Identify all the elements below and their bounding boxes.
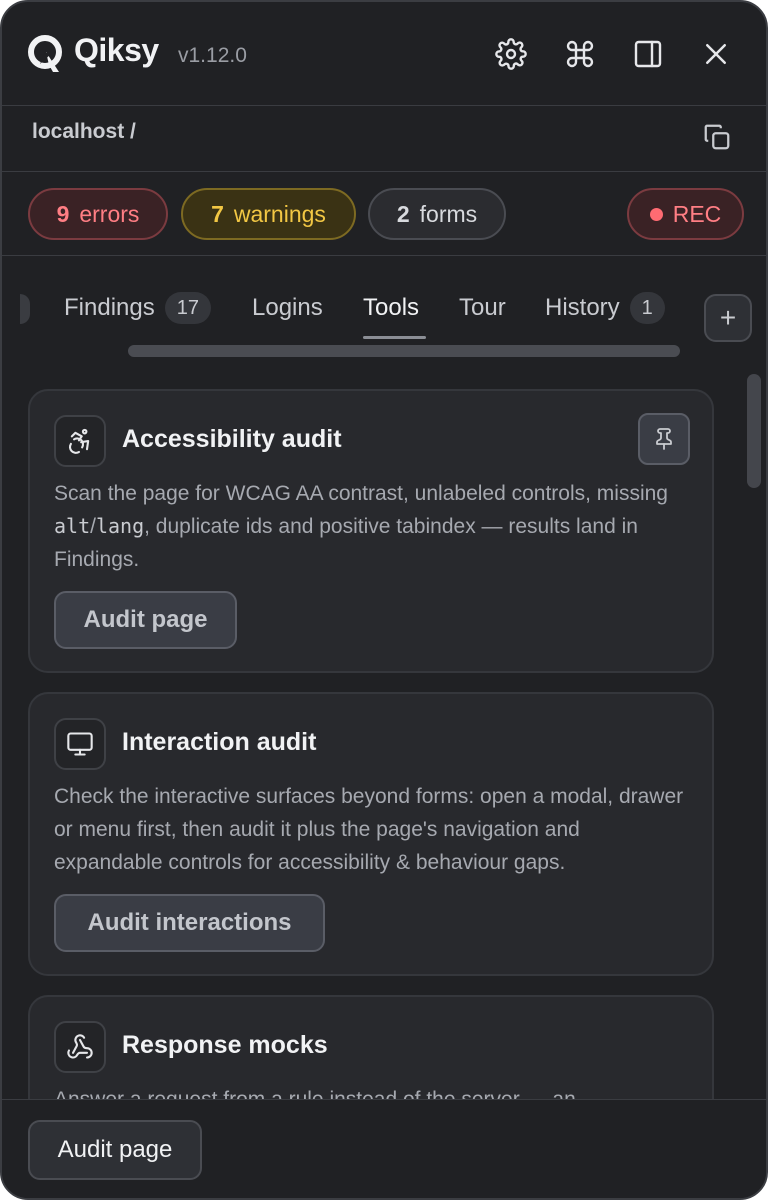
forms-badge[interactable]: 2 forms	[368, 188, 506, 240]
errors-label: errors	[79, 200, 140, 227]
tab-tools[interactable]: Tools	[363, 292, 419, 324]
tab-label: Tour	[459, 294, 506, 321]
card-icon-box	[54, 718, 106, 770]
tab-label: Tools	[363, 294, 420, 321]
webhook-icon	[67, 1034, 93, 1059]
tab-label: History	[545, 294, 620, 321]
interaction-audit-card: Interaction audit Check the interactive …	[28, 692, 714, 976]
card-description: Scan the page for WCAG AA contrast, unla…	[54, 482, 668, 571]
warnings-badge[interactable]: 7 warnings	[181, 188, 356, 240]
tab-logins[interactable]: Logins	[252, 292, 323, 324]
forms-count: 2	[396, 200, 410, 227]
active-tab-indicator	[363, 336, 426, 339]
errors-badge[interactable]: 9 errors	[28, 188, 168, 240]
plus-icon: +	[719, 302, 737, 333]
audit-page-button[interactable]: Audit page	[54, 591, 237, 649]
accessibility-icon	[68, 428, 90, 454]
tab-tour[interactable]: Tour	[459, 292, 506, 324]
pin-button[interactable]	[638, 413, 690, 465]
tab-findings[interactable]: Findings 17	[64, 292, 211, 324]
record-label: REC	[672, 200, 722, 227]
accessibility-audit-card: Accessibility audit Scan the page for WC…	[28, 389, 714, 673]
history-count-badge: 1	[629, 292, 665, 324]
gear-icon	[495, 38, 527, 70]
footer-audit-page-button[interactable]: Audit page	[28, 1120, 202, 1180]
command-icon	[566, 40, 594, 68]
copy-url-button[interactable]	[702, 122, 734, 154]
card-title: Interaction audit	[122, 728, 317, 756]
pin-icon	[656, 428, 672, 450]
tab-history[interactable]: History 1	[545, 292, 665, 324]
tab-scrollbar[interactable]	[128, 345, 680, 357]
tools-list: Accessibility audit Scan the page for WC…	[2, 357, 766, 1099]
shortcuts-button[interactable]	[562, 36, 598, 72]
code-lang: lang	[95, 514, 145, 538]
content-scrollbar[interactable]	[747, 374, 761, 488]
add-tab-button[interactable]: +	[704, 294, 752, 342]
close-icon	[706, 44, 726, 64]
card-icon-box	[54, 415, 106, 467]
close-button[interactable]	[698, 36, 734, 72]
errors-count: 9	[56, 200, 70, 227]
card-description: Answer a request from a rule instead of …	[54, 1083, 694, 1099]
settings-button[interactable]	[493, 36, 529, 72]
brand-name: Qiksy	[74, 32, 159, 68]
devtools-panel: Qiksy v1.12.0 localhost / 9 errors 7 war…	[0, 0, 768, 1200]
audit-interactions-button[interactable]: Audit interactions	[54, 894, 325, 952]
code-alt: alt	[54, 514, 91, 538]
forms-label: forms	[419, 200, 478, 227]
copy-icon	[704, 124, 730, 150]
record-button[interactable]: REC	[627, 188, 744, 240]
layout-toggle-button[interactable]	[630, 36, 666, 72]
q-bolt-logo	[28, 35, 62, 72]
card-icon-box	[54, 1021, 106, 1073]
card-description: Check the interactive surfaces beyond fo…	[54, 785, 684, 874]
warnings-label: warnings	[233, 200, 326, 227]
card-title: Response mocks	[122, 1031, 328, 1059]
monitor-icon	[67, 732, 93, 756]
response-mocks-card: Response mocks Answer a request from a r…	[28, 995, 714, 1099]
warnings-count: 7	[211, 200, 224, 227]
card-title: Accessibility audit	[122, 425, 342, 453]
tab-label: Logins	[252, 294, 323, 321]
app-version: v1.12.0	[178, 44, 247, 67]
tab-label: Findings	[64, 294, 155, 321]
findings-count-badge: 17	[164, 292, 211, 324]
sidebar-toggle-icon	[634, 40, 662, 68]
record-dot-icon	[649, 207, 663, 221]
page-url: localhost /	[32, 120, 136, 143]
